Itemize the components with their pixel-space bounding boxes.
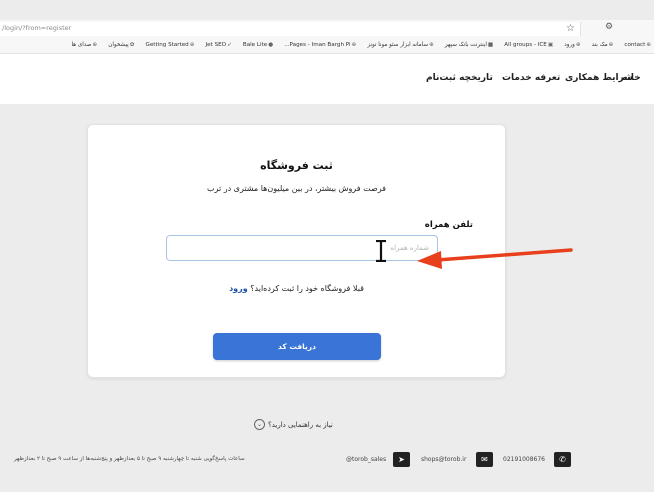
bookmark-item[interactable]: ■اینترنت بانک سپهر xyxy=(445,38,493,53)
bookmark-item[interactable]: ➶Jet SEO xyxy=(206,38,232,53)
globe-icon: ⊕ xyxy=(608,42,614,48)
text-cursor-icon xyxy=(376,240,386,262)
nav-pricing[interactable]: تعرفه خدمات xyxy=(502,73,560,83)
nav-registration-history[interactable]: تاریخچه ثبت‌نام xyxy=(426,73,493,83)
email-address[interactable]: shops@torob.ir xyxy=(421,456,466,463)
gear-icon: ✿ xyxy=(129,42,135,48)
bookmark-item[interactable]: ▣All groups - ICE xyxy=(504,38,553,53)
address-bar: /login/?from=register ☆ ⚙ xyxy=(0,20,654,39)
already-registered-text: قبلا فروشگاه خود را ثبت کرده‌اید؟ xyxy=(250,284,364,293)
globe-icon: ⊕ xyxy=(429,42,434,48)
bookmark-item[interactable]: ⊕مک بند xyxy=(592,38,614,53)
bookmark-item[interactable]: ⊕سامانه ابزار سئو مونا تونز xyxy=(367,38,433,53)
login-link[interactable]: ورود xyxy=(229,284,248,293)
phone-input[interactable] xyxy=(166,235,438,261)
bookmark-item[interactable]: ⊕Getting Started xyxy=(145,38,194,53)
globe-icon: ⊕ xyxy=(575,42,581,48)
login-prompt: قبلا فروشگاه خود را ثبت کرده‌اید؟ ورود xyxy=(88,284,505,293)
globe-icon: ⊕ xyxy=(351,42,357,48)
bank-icon: ■ xyxy=(487,42,494,48)
chevron-down-icon: ⌄ xyxy=(254,419,265,430)
url-text: /login/?from=register xyxy=(2,24,72,32)
help-text: نیاز به راهنمایی دارید؟ xyxy=(268,420,333,429)
email-icon[interactable]: ✉ xyxy=(476,452,493,467)
bookmark-item[interactable]: ⊕ورود xyxy=(564,38,580,53)
bale-icon: ● xyxy=(268,42,274,48)
nav-cooperation-terms[interactable]: شرایط همکاری xyxy=(565,73,633,83)
help-link[interactable]: نیاز به راهنمایی دارید؟ ⌄ xyxy=(254,419,333,430)
bookmark-item[interactable]: ✿پیشخوان xyxy=(108,38,134,53)
globe-icon: ⊕ xyxy=(646,42,651,48)
telegram-handle[interactable]: @torob_sales xyxy=(346,456,386,463)
url-field[interactable]: /login/?from=register ☆ xyxy=(0,22,581,36)
bookmarks-bar: ⊕contact ⊕مک بند ⊕ورود ▣All groups - ICE… xyxy=(0,38,654,54)
page-title: ثبت فروشگاه xyxy=(260,159,333,172)
bookmark-item[interactable]: ●Bale Lite xyxy=(243,38,273,53)
globe-icon: ⊕ xyxy=(189,42,195,48)
extension-icon[interactable]: ⚙ xyxy=(605,22,613,32)
phone-label: تلفن همراه xyxy=(424,220,473,230)
folder-icon: ▣ xyxy=(547,42,554,48)
rocket-icon: ➶ xyxy=(227,42,232,48)
support-hours: ساعات پاسخ‌گویی شنبه تا چهارشنبه ۹ صبح ت… xyxy=(14,456,245,462)
get-code-button[interactable]: دریافت کد xyxy=(213,333,381,360)
telegram-icon[interactable]: ➤ xyxy=(393,452,410,467)
site-navbar: خانه شرایط همکاری تعرفه خدمات تاریخچه ثب… xyxy=(0,54,654,104)
bookmark-item[interactable]: ⊕صدای ها xyxy=(71,38,97,53)
bookmark-item[interactable]: ⊕Pages - Iman Bargh Pi... xyxy=(284,38,356,53)
bookmark-star-icon[interactable]: ☆ xyxy=(566,23,575,34)
bookmark-item[interactable]: ⊕contact xyxy=(624,38,651,53)
annotation-arrow-icon xyxy=(417,248,573,269)
page-subtitle: فرصت فروش بیشتر، در بین میلیون‌ها مشتری … xyxy=(207,184,386,193)
phone-number[interactable]: 02191008676 xyxy=(503,456,545,463)
globe-icon: ⊕ xyxy=(92,42,98,48)
phone-icon[interactable]: ✆ xyxy=(554,452,571,467)
